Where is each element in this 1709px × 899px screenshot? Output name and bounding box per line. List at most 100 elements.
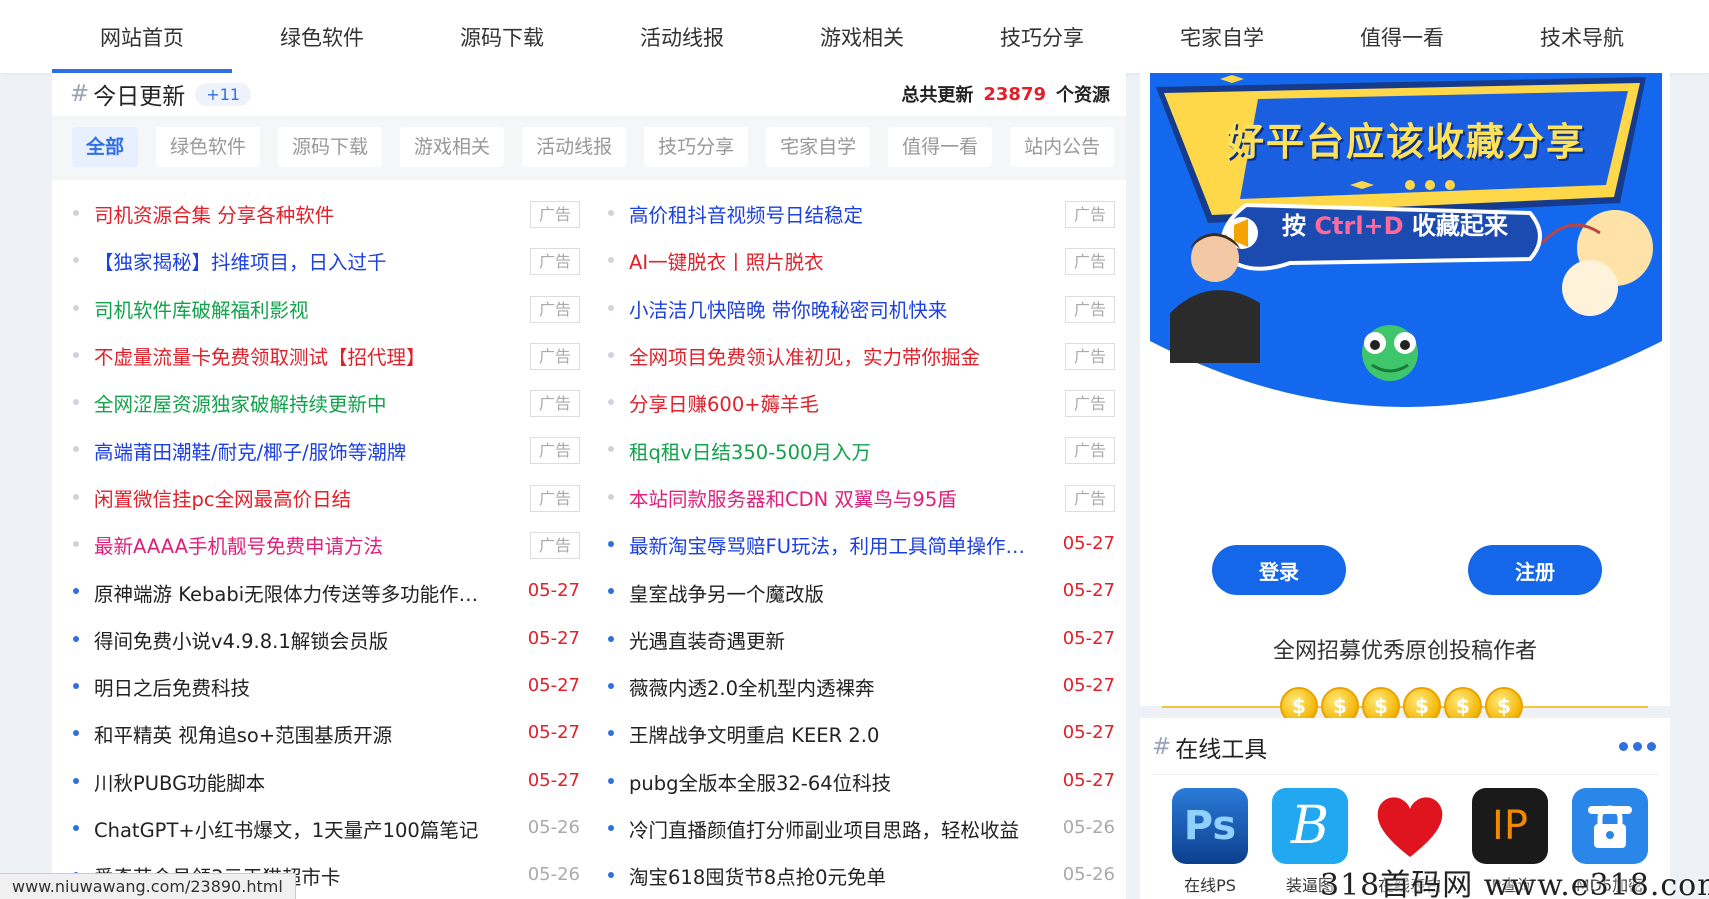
filter-chip-4[interactable]: 活动线报 xyxy=(522,127,627,167)
tool-ps[interactable]: Ps 在线PS xyxy=(1160,788,1260,896)
list-item-title[interactable]: pubg全版本全服32-64位科技 xyxy=(629,767,1027,796)
nav-item-7[interactable]: 值得一看 xyxy=(1312,0,1492,73)
list-item-title[interactable]: AI一键脱衣丨照片脱衣 xyxy=(629,246,1027,275)
filter-chip-7[interactable]: 值得一看 xyxy=(888,127,993,167)
nav-item-6[interactable]: 宅家自学 xyxy=(1132,0,1312,73)
list-item[interactable]: 薇薇内透2.0全机型内透裸奔 05-27 xyxy=(605,663,1115,710)
nav-item-8[interactable]: 技术导航 xyxy=(1492,0,1672,73)
list-item-title[interactable]: 最新淘宝辱骂赔FU玩法，利用工具简单操作日入500+ xyxy=(629,530,1027,559)
list-item-title[interactable]: 和平精英 视角追so+范围基质开源 xyxy=(94,719,492,748)
list-item[interactable]: 本站同款服务器和CDN 双翼鸟与95盾 广告 xyxy=(605,474,1115,521)
ad-tag: 广告 xyxy=(1064,484,1115,512)
list-item[interactable]: AI一键脱衣丨照片脱衣 广告 xyxy=(605,237,1115,284)
filter-chip-2[interactable]: 源码下载 xyxy=(278,127,383,167)
list-item[interactable]: ChatGPT+小红书爆文，1天量产100篇笔记 05-26 xyxy=(70,805,580,852)
list-item-title[interactable]: 全网涩屋资源独家破解持续更新中 xyxy=(94,388,492,417)
list-item[interactable]: 司机资源合集 分享各种软件 广告 xyxy=(70,190,580,237)
login-button[interactable]: 登录 xyxy=(1212,545,1346,595)
filter-chip-3[interactable]: 游戏相关 xyxy=(400,127,505,167)
list-item-title[interactable]: 薇薇内透2.0全机型内透裸奔 xyxy=(629,672,1027,701)
list-item-date: 05-27 xyxy=(1062,580,1115,602)
list-item[interactable]: 高价租抖音视频号日结稳定 广告 xyxy=(605,190,1115,237)
list-item-title[interactable]: 原神端游 Kebabi无限体力传送等多功能作弊器 xyxy=(94,578,492,607)
nav-item-4[interactable]: 游戏相关 xyxy=(772,0,952,73)
list-item-title[interactable]: 本站同款服务器和CDN 双翼鸟与95盾 xyxy=(629,483,1027,512)
filter-chip-1[interactable]: 绿色软件 xyxy=(156,127,261,167)
list-item[interactable]: 司机软件库破解福利影视 广告 xyxy=(70,285,580,332)
list-item-title[interactable]: 川秋PUBG功能脚本 xyxy=(94,767,492,796)
nav-item-5[interactable]: 技巧分享 xyxy=(952,0,1132,73)
recruit-text[interactable]: 全网招募优秀原创投稿作者 xyxy=(1140,633,1670,665)
list-item-title[interactable]: 高价租抖音视频号日结稳定 xyxy=(629,199,1027,228)
lock-icon[interactable] xyxy=(1572,788,1648,864)
more-icon[interactable] xyxy=(1614,742,1656,751)
list-item[interactable]: 高端莆田潮鞋/耐克/椰子/服饰等潮牌 广告 xyxy=(70,426,580,473)
list-item-title[interactable]: 闲置微信挂pc全网最高价日结 xyxy=(94,483,492,512)
category-filters: 全部 绿色软件 源码下载 游戏相关 活动线报 技巧分享 宅家自学 值得一看 站内公告 xyxy=(72,127,1132,167)
list-item-title[interactable]: 全网项目免费领认准初见，实力带你掘金 xyxy=(629,341,1027,370)
list-item[interactable]: 明日之后免费科技 05-27 xyxy=(70,663,580,710)
list-item-title[interactable]: 淘宝618囤货节8点抢0元免单 xyxy=(629,861,1027,890)
update-list-right: 高价租抖音视频号日结稳定 广告 AI一键脱衣丨照片脱衣 广告 小洁洁几快陪晚 带你晚秘密… xyxy=(605,190,1115,899)
list-item[interactable]: 淘宝618囤货节8点抢0元免单 05-26 xyxy=(605,852,1115,899)
list-item[interactable]: 冷门直播颜值打分师副业项目思路，轻松收益 05-26 xyxy=(605,805,1115,852)
list-item-title[interactable]: ChatGPT+小红书爆文，1天量产100篇笔记 xyxy=(94,814,492,843)
list-item-title[interactable]: 最新AAAA手机靓号免费申请方法 xyxy=(94,530,492,559)
list-item-title[interactable]: 得间免费小说v4.9.8.1解锁会员版 xyxy=(94,625,492,654)
list-item[interactable]: 不虚量流量卡免费领取测试【招代理】 广告 xyxy=(70,332,580,379)
list-item-title[interactable]: 司机资源合集 分享各种软件 xyxy=(94,199,492,228)
filter-chip-6[interactable]: 宅家自学 xyxy=(766,127,871,167)
list-item-title[interactable]: 【独家揭秘】抖维项目，日入过千 xyxy=(94,246,492,275)
list-item[interactable]: 最新淘宝辱骂赔FU玩法，利用工具简单操作日入500+ 05-27 xyxy=(605,521,1115,568)
list-item[interactable]: 皇室战争另一个魔改版 05-27 xyxy=(605,568,1115,615)
filter-chip-8[interactable]: 站内公告 xyxy=(1010,127,1115,167)
list-item-title[interactable]: 租q租v日结350-500月入万 xyxy=(629,436,1027,465)
nav-item-0[interactable]: 网站首页 xyxy=(52,0,232,73)
list-item[interactable]: 王牌战争文明重启 KEER 2.0 05-27 xyxy=(605,710,1115,757)
list-item[interactable]: 最新AAAA手机靓号免费申请方法 广告 xyxy=(70,521,580,568)
list-item[interactable]: 原神端游 Kebabi无限体力传送等多功能作弊器 05-27 xyxy=(70,568,580,615)
list-item[interactable]: 得间免费小说v4.9.8.1解锁会员版 05-27 xyxy=(70,616,580,663)
list-item[interactable]: 租q租v日结350-500月入万 广告 xyxy=(605,426,1115,473)
list-item-title[interactable]: 明日之后免费科技 xyxy=(94,672,492,701)
ip-icon[interactable]: IP xyxy=(1472,788,1548,864)
ps-icon[interactable]: Ps xyxy=(1172,788,1248,864)
list-item-date: 05-27 xyxy=(527,580,580,602)
list-item-title[interactable]: 高端莆田潮鞋/耐克/椰子/服饰等潮牌 xyxy=(94,436,492,465)
register-button[interactable]: 注册 xyxy=(1468,545,1602,595)
list-item[interactable]: 分享日赚600+薅羊毛 广告 xyxy=(605,379,1115,426)
tool-label[interactable]: 在线PS xyxy=(1160,872,1260,896)
list-item[interactable]: 闲置微信挂pc全网最高价日结 广告 xyxy=(70,474,580,521)
list-item-title[interactable]: 皇室战争另一个魔改版 xyxy=(629,578,1027,607)
list-item[interactable]: 【独家揭秘】抖维项目，日入过千 广告 xyxy=(70,237,580,284)
list-item-title[interactable]: 光遇直装奇遇更新 xyxy=(629,625,1027,654)
list-item[interactable]: 光遇直装奇遇更新 05-27 xyxy=(605,616,1115,663)
nav-item-3[interactable]: 活动线报 xyxy=(592,0,772,73)
b-icon[interactable]: B xyxy=(1272,788,1348,864)
list-item-title[interactable]: 王牌战争文明重启 KEER 2.0 xyxy=(629,719,1027,748)
list-item-title[interactable]: 不虚量流量卡免费领取测试【招代理】 xyxy=(94,341,492,370)
list-item[interactable]: 小洁洁几快陪晚 带你晚秘密司机快来 广告 xyxy=(605,285,1115,332)
list-item-title[interactable]: 司机软件库破解福利影视 xyxy=(94,294,492,323)
tools-divider xyxy=(1152,774,1658,775)
list-item[interactable]: 全网项目免费领认准初见，实力带你掘金 广告 xyxy=(605,332,1115,379)
user-panel: 好平台应该收藏分享 按 Ctrl+D 收藏起来 登录 注册 全网招募优秀原创投稿… xyxy=(1140,73,1670,725)
list-item-title[interactable]: 小洁洁几快陪晚 带你晚秘密司机快来 xyxy=(629,294,1027,323)
list-item[interactable]: 川秋PUBG功能脚本 05-27 xyxy=(70,758,580,805)
list-item-title[interactable]: 分享日赚600+薅羊毛 xyxy=(629,388,1027,417)
bullet-icon xyxy=(73,541,79,548)
filter-chip-5[interactable]: 技巧分享 xyxy=(644,127,749,167)
cta-suffix: 收藏起来 xyxy=(1411,212,1508,240)
nav-item-2[interactable]: 源码下载 xyxy=(412,0,592,73)
top-navigation: 网站首页 绿色软件 源码下载 活动线报 游戏相关 技巧分享 宅家自学 值得一看 技术导航 xyxy=(0,0,1709,73)
list-item-date: 05-26 xyxy=(1062,864,1115,886)
filter-chip-0[interactable]: 全部 xyxy=(72,127,139,167)
nav-item-1[interactable]: 绿色软件 xyxy=(232,0,412,73)
bullet-icon xyxy=(608,541,614,548)
list-item[interactable]: pubg全版本全服32-64位科技 05-27 xyxy=(605,758,1115,805)
list-item-title[interactable]: 冷门直播颜值打分师副业项目思路，轻松收益 xyxy=(629,814,1027,843)
heart-icon[interactable] xyxy=(1372,788,1448,864)
bookmark-banner[interactable]: 好平台应该收藏分享 按 Ctrl+D 收藏起来 xyxy=(1150,73,1662,433)
list-item[interactable]: 全网涩屋资源独家破解持续更新中 广告 xyxy=(70,379,580,426)
list-item[interactable]: 和平精英 视角追so+范围基质开源 05-27 xyxy=(70,710,580,757)
